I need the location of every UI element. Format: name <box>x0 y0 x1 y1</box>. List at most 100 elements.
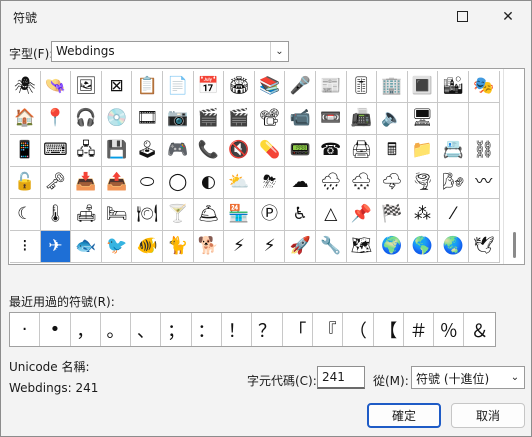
symbol-cell[interactable]: 📼 <box>315 103 347 135</box>
symbol-cell[interactable]: 📞 <box>193 135 225 167</box>
symbol-cell[interactable]: 🔈 <box>377 103 408 135</box>
recent-symbol-cell[interactable]: ； <box>161 313 192 346</box>
symbol-cell[interactable]: 🔇 <box>224 135 255 167</box>
recent-symbol-cell[interactable]: ？ <box>252 313 283 346</box>
symbol-cell[interactable]: 📥 <box>71 167 102 199</box>
symbol-cell[interactable]: 🗝 <box>40 167 72 199</box>
maximize-button[interactable] <box>439 1 485 32</box>
from-select[interactable]: 符號 (十進位) ⌄ <box>411 366 525 389</box>
symbol-cell[interactable]: 🌍 <box>377 231 408 263</box>
symbol-cell[interactable]: 📋 <box>132 71 163 103</box>
recent-symbol-cell[interactable]: ＃ <box>404 313 435 346</box>
recent-symbol-cell[interactable]: ＆ <box>464 313 494 346</box>
symbol-cell[interactable]: 🏁 <box>377 199 408 231</box>
recent-symbol-cell[interactable]: 。 <box>101 313 132 346</box>
symbol-cell[interactable]: 🖥 <box>407 103 439 135</box>
symbol-cell[interactable]: 🚀 <box>285 231 316 263</box>
symbol-cell[interactable]: 📟 <box>285 135 316 167</box>
symbol-cell[interactable]: ⛈ <box>254 167 286 199</box>
symbol-cell[interactable]: 📤 <box>101 167 133 199</box>
recent-symbol-cell[interactable]: • <box>40 313 71 346</box>
symbol-cell[interactable]: 🐈 <box>162 231 194 263</box>
symbol-cell[interactable]: 🎤 <box>285 71 316 103</box>
symbol-cell[interactable]: 🏪 <box>224 199 255 231</box>
symbol-cell[interactable]: 🎬 <box>224 103 255 135</box>
recent-symbol-cell[interactable]: · <box>10 313 41 346</box>
symbol-cell[interactable]: 🌏 <box>438 231 469 263</box>
symbol-cell[interactable]: ◐ <box>193 167 225 199</box>
symbol-cell[interactable] <box>468 103 500 135</box>
symbol-cell[interactable]: 🕊 <box>468 231 500 263</box>
symbol-cell[interactable]: 📷 <box>162 103 194 135</box>
symbol-cell[interactable]: 🌎 <box>407 231 439 263</box>
symbol-cell[interactable]: 🌬 <box>438 167 469 199</box>
symbol-cell[interactable]: 🎧 <box>71 103 102 135</box>
symbol-cell[interactable]: 🎮 <box>162 135 194 167</box>
recent-symbol-cell[interactable]: 【 <box>374 313 404 346</box>
symbol-cell[interactable]: 📱 <box>10 135 41 167</box>
chevron-down-icon[interactable]: ⌄ <box>270 42 288 61</box>
symbol-cell[interactable]: 💿 <box>101 103 133 135</box>
symbol-cell[interactable]: 🔧 <box>315 231 347 263</box>
symbol-cell[interactable]: 🌨 <box>346 167 378 199</box>
symbol-cell[interactable]: 🍽 <box>132 199 163 231</box>
symbol-cell[interactable]: 🐟 <box>71 231 102 263</box>
symbol-cell[interactable]: 🖼 <box>71 71 102 103</box>
symbol-cell[interactable]: ⛅ <box>224 167 255 199</box>
symbol-cell[interactable]: 📽 <box>254 103 286 135</box>
symbol-cell[interactable]: 📄 <box>162 71 194 103</box>
symbol-cell[interactable]: 🛎 <box>193 199 225 231</box>
symbol-cell[interactable]: 📠 <box>346 103 378 135</box>
ok-button[interactable]: 確定 <box>367 403 441 428</box>
symbol-cell[interactable]: 🏟 <box>224 71 255 103</box>
symbol-cell[interactable]: 🕹 <box>132 135 163 167</box>
symbol-cell[interactable]: ⚡ <box>224 231 255 263</box>
symbol-cell[interactable]: ⚡ <box>254 231 286 263</box>
symbol-cell[interactable]: 🐠 <box>132 231 163 263</box>
recent-symbol-cell[interactable]: （ <box>343 313 374 346</box>
symbol-cell[interactable]: ◯ <box>162 167 194 199</box>
symbol-cell[interactable]: 🛏 <box>101 199 133 231</box>
symbol-cell[interactable]: 🔓 <box>10 167 41 199</box>
recent-symbol-cell[interactable]: ％ <box>434 313 465 346</box>
symbol-cell[interactable]: 🏙 <box>438 71 469 103</box>
symbol-cell[interactable]: ⁝ <box>10 231 41 263</box>
chevron-down-icon[interactable]: ⌄ <box>506 367 524 388</box>
symbol-cell[interactable]: ⛓ <box>468 135 500 167</box>
symbol-cell[interactable] <box>438 103 469 135</box>
cancel-button[interactable]: 取消 <box>451 403 525 428</box>
symbol-cell[interactable]: 🐕 <box>193 231 225 263</box>
recent-symbol-cell[interactable]: 『 <box>313 313 344 346</box>
symbol-cell[interactable] <box>468 199 500 231</box>
symbol-cell[interactable]: 🎚 <box>346 71 378 103</box>
symbol-cell[interactable]: ☾ <box>10 199 41 231</box>
symbol-cell[interactable]: ☎ <box>315 135 347 167</box>
symbol-cell[interactable]: ☁ <box>285 167 316 199</box>
symbol-cell[interactable]: 📌 <box>346 199 378 231</box>
symbol-cell[interactable]: 💊 <box>254 135 286 167</box>
symbol-cell[interactable]: Ⓟ <box>254 199 286 231</box>
recent-symbol-cell[interactable]: 「 <box>283 313 313 346</box>
symbol-cell[interactable]: 📅 <box>193 71 225 103</box>
symbol-cell[interactable]: 🕷 <box>10 71 41 103</box>
symbol-cell[interactable]: 📚 <box>254 71 286 103</box>
symbol-cell[interactable]: 🎭 <box>468 71 500 103</box>
symbol-cell[interactable]: 🖨 <box>346 135 378 167</box>
symbol-cell[interactable]: 📰 <box>315 71 347 103</box>
char-code-input[interactable]: 241 <box>317 366 365 389</box>
symbol-cell[interactable]: ⌨ <box>40 135 72 167</box>
symbol-cell[interactable]: 💾 <box>101 135 133 167</box>
symbol-cell[interactable]: 🎬 <box>193 103 225 135</box>
symbol-cell[interactable]: 📹 <box>285 103 316 135</box>
scrollbar-thumb[interactable] <box>513 232 516 258</box>
symbol-cell[interactable]: 🔳 <box>407 71 439 103</box>
symbol-cell[interactable]: ⁄ <box>438 199 469 231</box>
recent-symbol-cell[interactable]: ： <box>192 313 223 346</box>
recent-symbol-cell[interactable]: 、 <box>131 313 162 346</box>
symbol-cell[interactable]: 👒 <box>40 71 72 103</box>
symbol-cell[interactable]: ♿ <box>285 199 316 231</box>
symbol-cell[interactable]: 🌡 <box>40 199 72 231</box>
recent-symbol-cell[interactable]: ， <box>71 313 101 346</box>
grid-scrollbar[interactable] <box>503 69 524 264</box>
symbol-cell[interactable]: 🌩 <box>377 167 408 199</box>
